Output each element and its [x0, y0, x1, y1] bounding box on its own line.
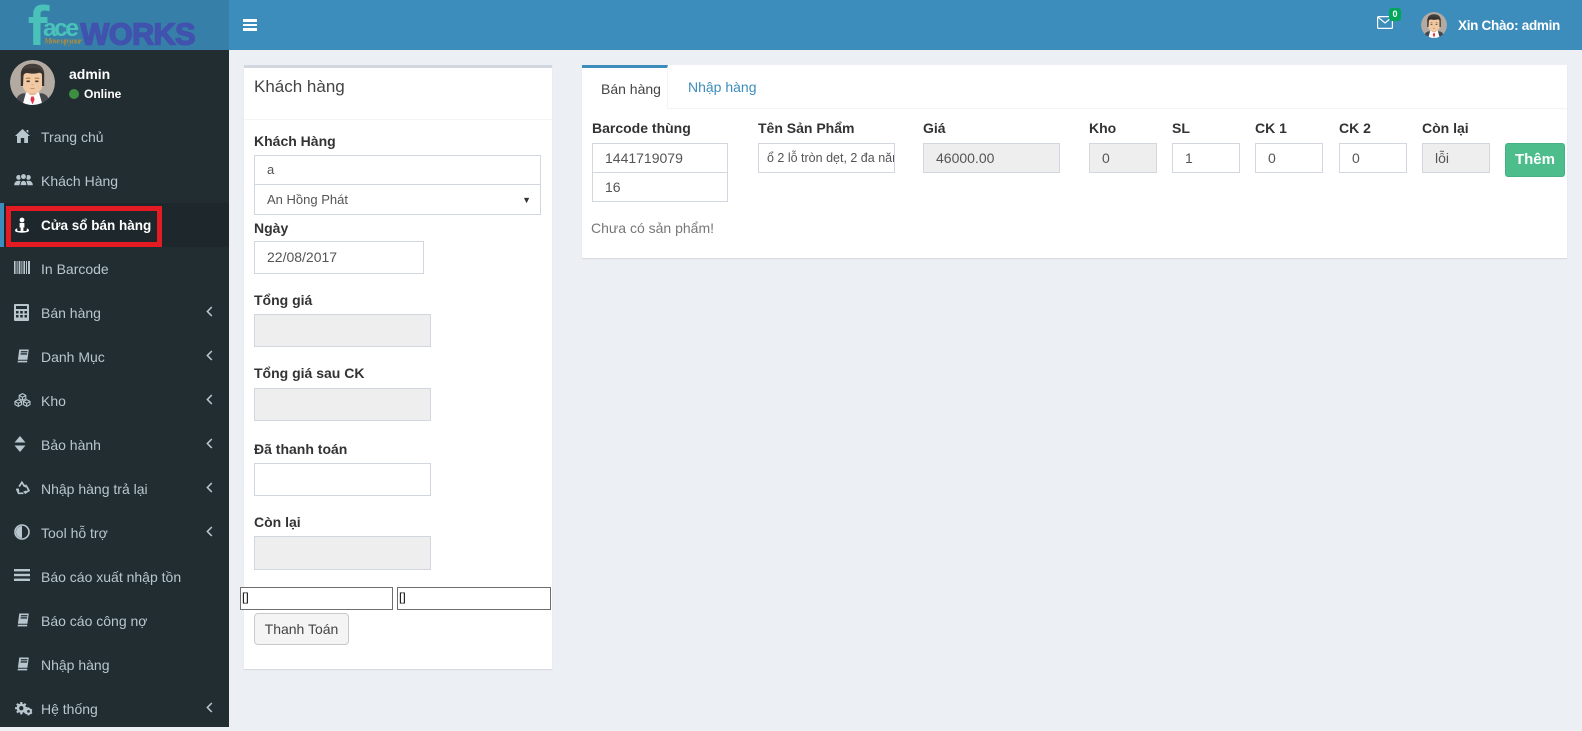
svg-text:WORKS: WORKS: [81, 18, 196, 51]
svg-text:Move up your: Move up your: [43, 36, 83, 46]
